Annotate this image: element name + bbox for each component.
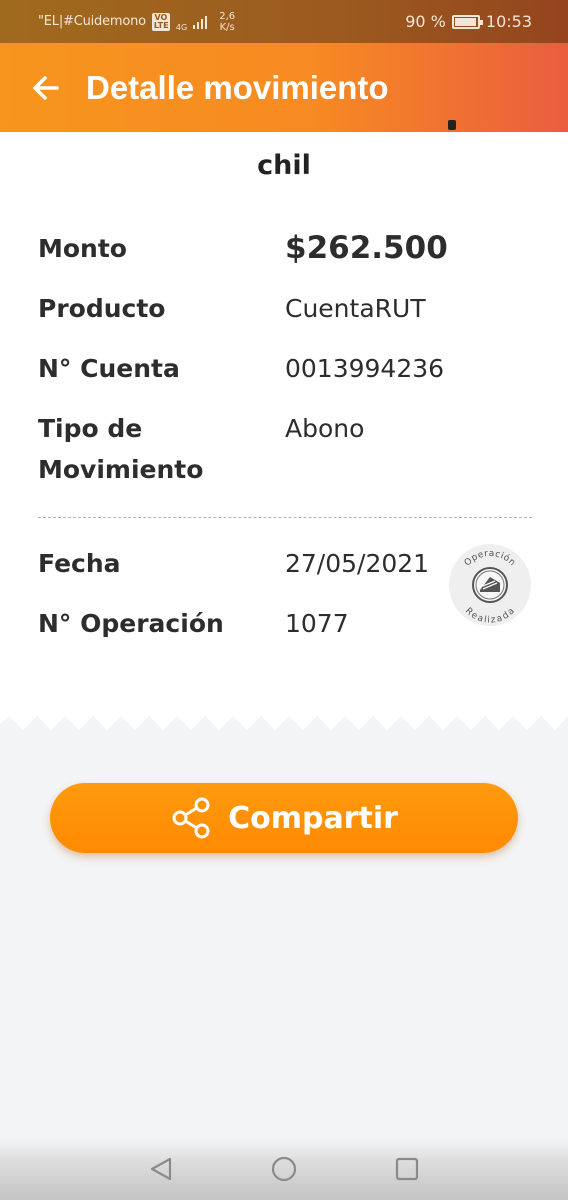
bank-stamp-icon: Operación Realizada — [463, 549, 517, 626]
status-right: 90 % 10:53 — [405, 12, 532, 31]
operation-value: 1077 — [285, 609, 349, 638]
back-button[interactable] — [28, 71, 62, 105]
triangle-back-icon — [151, 1157, 172, 1181]
product-value: CuentaRUT — [285, 294, 426, 323]
network-type: 4G — [175, 22, 188, 32]
movement-type-label: Tipo de Movimiento — [38, 408, 285, 490]
network-speed-unit: K/s — [219, 21, 235, 33]
product-row: Producto CuentaRUT — [38, 288, 532, 329]
dashed-divider — [38, 517, 532, 518]
movement-type-value: Abono — [285, 414, 365, 443]
stamp-bottom-text: Realizada — [463, 606, 517, 626]
date-label: Fecha — [38, 549, 121, 578]
receipt-torn-edge — [0, 706, 568, 730]
app-header: Detalle movimiento — [0, 43, 568, 132]
system-nav-bar — [0, 1138, 568, 1200]
share-icon — [172, 797, 210, 839]
nav-recents-button[interactable] — [387, 1149, 427, 1189]
battery-icon — [451, 14, 483, 29]
carrier-name: "EL|#Cuidemono — [38, 14, 146, 29]
share-label: Compartir — [228, 800, 398, 836]
circle-home-icon — [271, 1156, 297, 1182]
amount-value: $262.500 — [285, 230, 448, 266]
account-value: 0013994236 — [285, 354, 445, 383]
battery-percent: 90 % — [405, 12, 446, 31]
volte-badge: VO LTE — [151, 12, 170, 31]
nav-back-button[interactable] — [141, 1149, 181, 1189]
account-label: N° Cuenta — [38, 354, 180, 383]
square-recents-icon — [395, 1157, 418, 1181]
account-row: N° Cuenta 0013994236 — [38, 348, 532, 389]
operation-stamp: Operación Realizada — [449, 544, 531, 626]
nav-home-button[interactable] — [264, 1149, 304, 1189]
svg-text:Realizada: Realizada — [463, 606, 517, 626]
receipt-card: chil Monto $262.500 Producto CuentaRUT N… — [0, 120, 568, 707]
movement-type-label-line2: Movimiento — [38, 455, 204, 484]
stamp-top-text: Operación — [463, 549, 517, 569]
recipient-name: chil — [257, 150, 311, 181]
share-button[interactable]: Compartir — [50, 783, 518, 853]
signal-icon — [193, 15, 208, 29]
svg-text:Operación: Operación — [463, 549, 517, 569]
network-speed: 2,6 K/s — [219, 11, 235, 33]
page-title: Detalle movimiento — [86, 68, 389, 106]
movement-type-row: Tipo de Movimiento Abono — [38, 408, 532, 490]
clock: 10:53 — [485, 12, 532, 31]
product-label: Producto — [38, 294, 166, 323]
status-bar: "EL|#Cuidemono VO LTE 4G 2,6 K/s 90 % 10… — [0, 0, 568, 43]
amount-row: Monto $262.500 — [38, 228, 532, 269]
movement-type-label-line1: Tipo de — [38, 414, 143, 443]
cut-off-text-fragment — [448, 120, 456, 130]
arrow-left-icon — [33, 75, 59, 100]
network-speed-value: 2,6 — [219, 10, 236, 22]
status-left: "EL|#Cuidemono VO LTE 4G 2,6 K/s — [38, 11, 235, 33]
amount-label: Monto — [38, 234, 127, 263]
operation-label: N° Operación — [38, 609, 224, 638]
date-value: 27/05/2021 — [285, 549, 430, 578]
